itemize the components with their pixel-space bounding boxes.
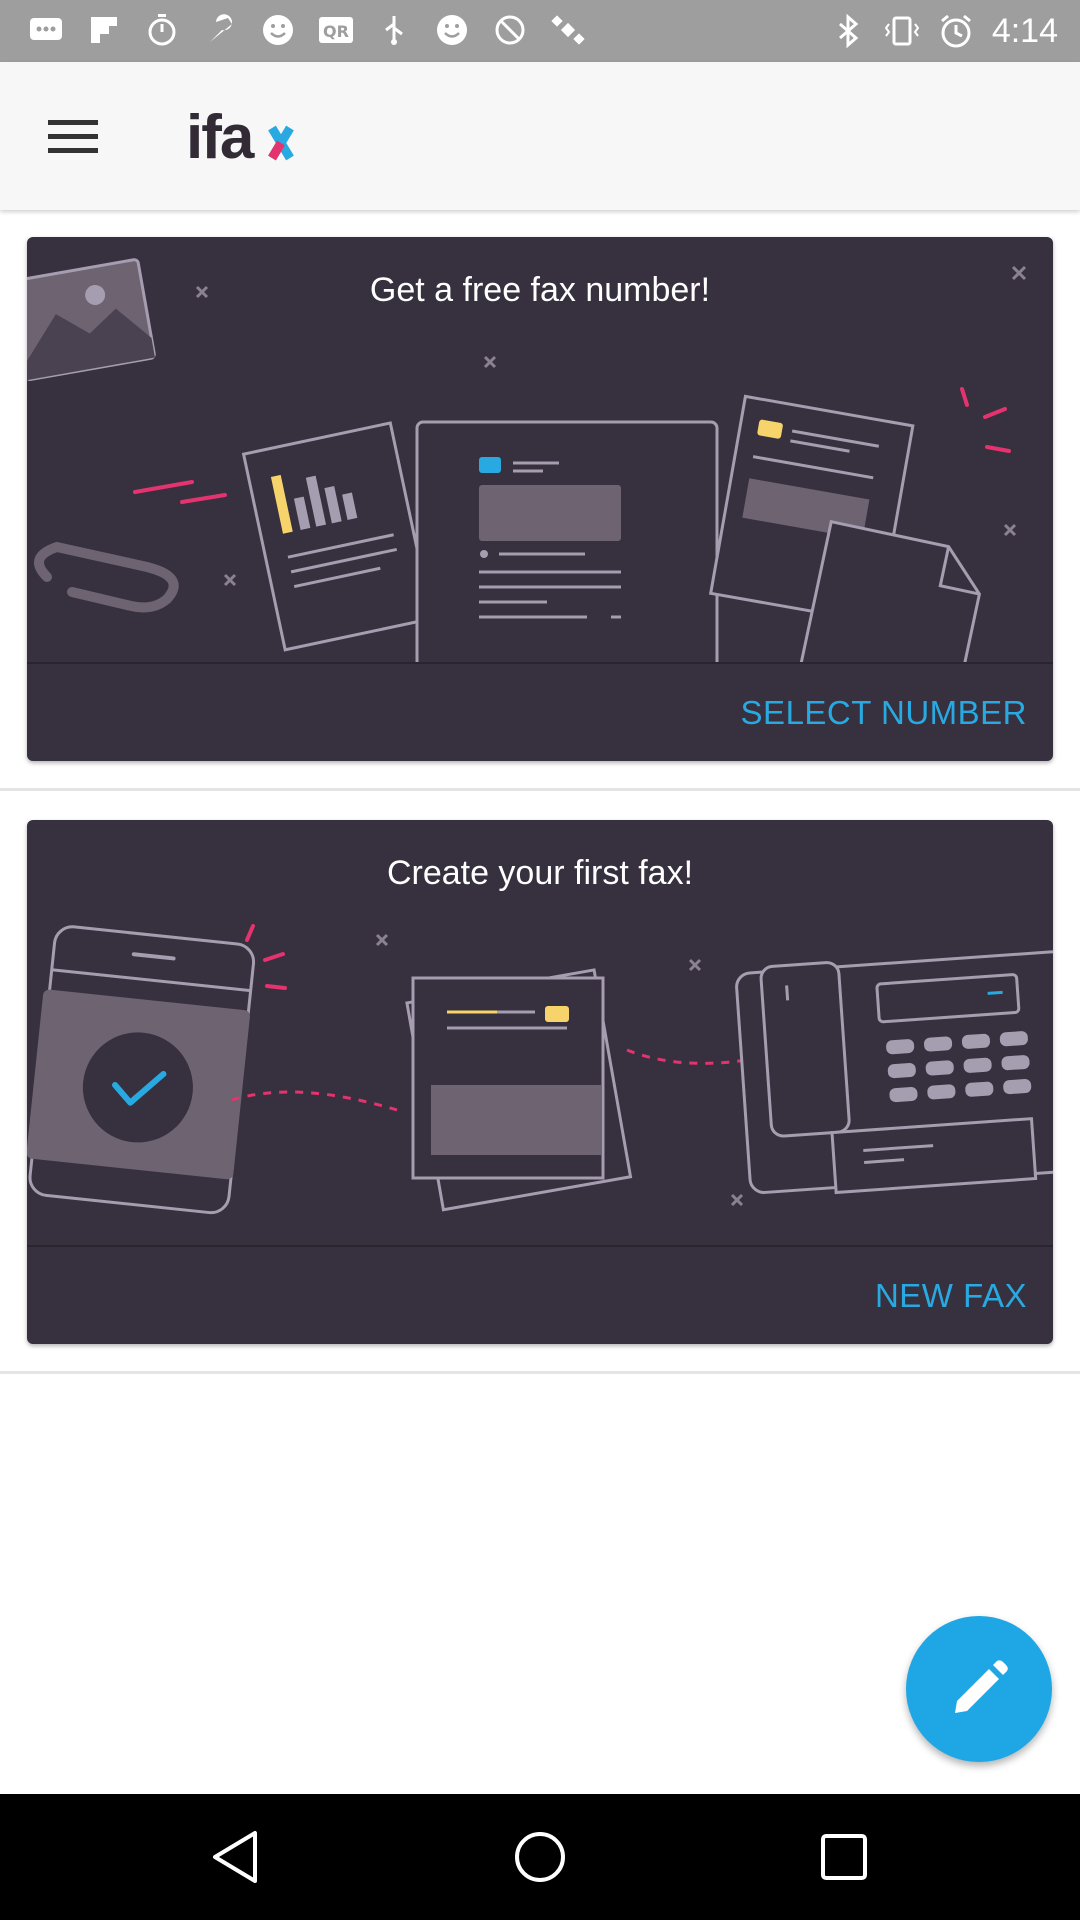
messages-icon [28,10,64,50]
qr-icon: QR [318,10,354,50]
system-status: 4:14 [830,10,1058,52]
usb-icon [376,10,412,50]
status-bar: QR 4:14 [0,0,1080,62]
close-icon[interactable] [1005,259,1033,287]
card-divider [27,1245,1053,1247]
svg-text:QR: QR [323,22,349,41]
smiley-icon [260,10,296,50]
bluetooth-icon [830,11,866,51]
card-title: Get a free fax number! [369,271,711,309]
card-divider [27,662,1053,664]
clock-time: 4:14 [991,12,1058,50]
hamburger-menu-icon[interactable] [38,106,108,166]
navigation-bar [0,1794,1080,1920]
block-icon [492,10,528,50]
back-icon[interactable] [203,1824,269,1890]
app-bar: ifa [0,62,1080,210]
home-icon[interactable] [507,1824,573,1890]
pencil-icon [955,1660,1008,1713]
flipboard-icon [86,10,122,50]
divider [0,1371,1080,1374]
ifax-logo: ifa [186,102,316,172]
select-number-button[interactable]: SELECT NUMBER [741,685,1027,741]
divider [0,788,1080,791]
card-title: Create your first fax! [386,854,694,892]
wrench-icon [202,10,238,50]
smiley-icon [434,10,470,50]
new-fax-button[interactable]: NEW FAX [875,1268,1027,1324]
create-fax-card: Create your first fax! NEW FAX [27,820,1053,1344]
free-fax-number-card: Get a free fax number! SELECT NUMBER [27,237,1053,761]
timer-icon [144,10,180,50]
vibrate-icon [884,11,920,51]
satellite-icon [550,10,586,50]
notification-icons: QR [28,10,586,50]
recents-icon[interactable] [811,1824,877,1890]
svg-text:ifa: ifa [186,103,255,172]
compose-fax-button[interactable] [906,1616,1052,1762]
alarm-icon [938,11,974,51]
